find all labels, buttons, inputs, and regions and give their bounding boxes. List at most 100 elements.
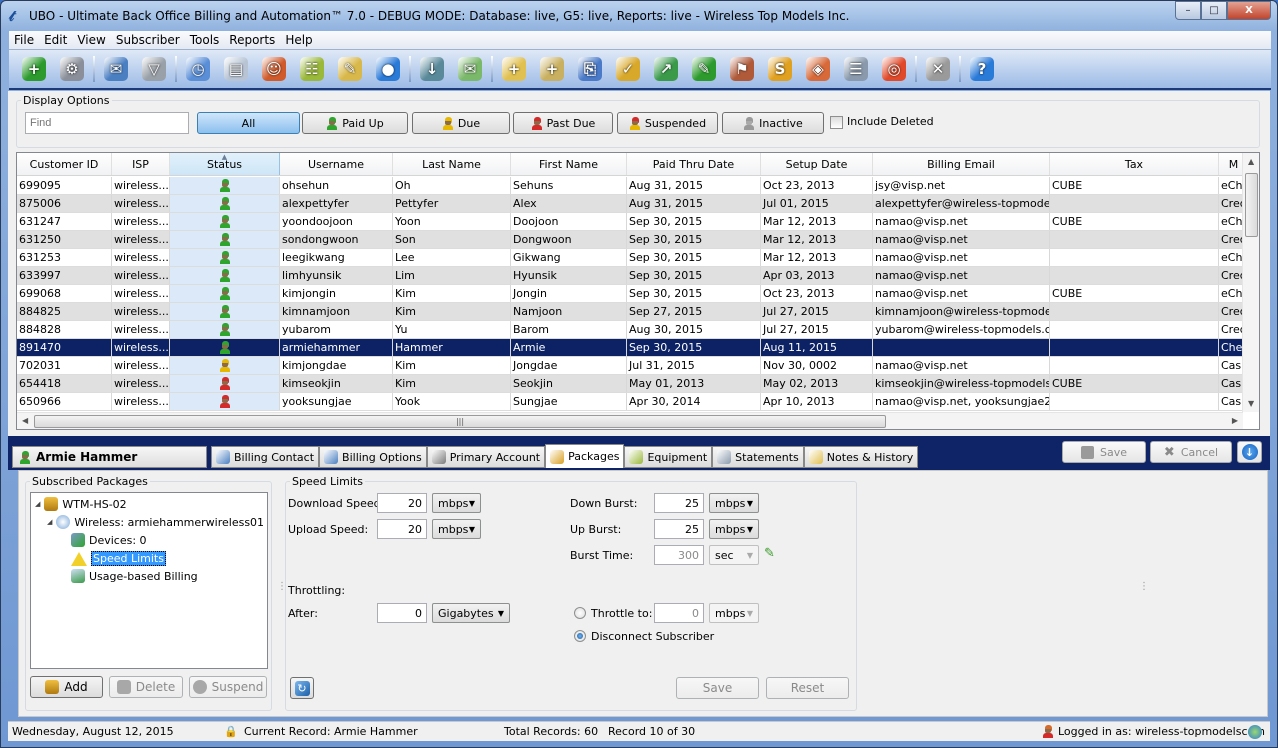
filter-inactive-button[interactable]: Inactive [722,112,824,134]
suspend-package-button[interactable]: Suspend [189,676,267,698]
column-header-isp[interactable]: ISP [112,153,170,175]
tab-notes-history[interactable]: Notes & History [803,446,919,468]
table-row[interactable]: 654418 wireless... kimseokjin Kim Seokjin May… [17,375,1249,393]
download-speed-input[interactable]: 20 [377,493,427,513]
database-mail-button[interactable]: ✉ [97,52,135,86]
expand-icon[interactable]: ◢ [35,500,40,508]
column-header-tax[interactable]: Tax [1050,153,1219,175]
menu-reports[interactable]: Reports [224,33,280,47]
down-burst-input[interactable]: 25 [654,493,704,513]
tab-packages[interactable]: Packages [545,444,625,468]
refresh-button[interactable]: ↻ [290,677,314,699]
download-unit-select[interactable]: mbps ▼ [432,493,481,513]
user-computer-button[interactable]: ☺ [255,52,293,86]
gears-button[interactable]: ⚙ [53,52,91,86]
menu-tools[interactable]: Tools [185,33,225,47]
add-tool-note-button[interactable]: + [533,52,571,86]
table-row[interactable]: 699068 wireless... kimjongin Kim Jongin Sep 3… [17,285,1249,303]
minimize-button[interactable]: – [1175,1,1201,20]
network-button[interactable]: ☷ [293,52,331,86]
table-row[interactable]: 702031 wireless... kimjongdae Kim Jongdae Jul… [17,357,1249,375]
table-row[interactable]: 884828 wireless... yubarom Yu Barom Aug 30, 2… [17,321,1249,339]
filter-all-button[interactable]: All [197,112,300,134]
upload-speed-input[interactable]: 20 [377,519,427,539]
filter-suspended-button[interactable]: Suspended [617,112,718,134]
after-input[interactable]: 0 [377,603,427,623]
speed-reset-button[interactable]: Reset [766,677,849,699]
maximize-button[interactable]: □ [1201,1,1227,20]
after-unit-select[interactable]: Gigabytes ▼ [432,603,510,623]
table-row[interactable]: 650966 wireless... yooksungjae Yook Sungjae A… [17,393,1249,411]
upload-unit-select[interactable]: mbps ▼ [432,519,481,539]
burst-time-unit-select[interactable]: sec ▼ [709,545,759,565]
clock-button[interactable]: ◷ [179,52,217,86]
tree-node-wireless[interactable]: ◢ Wireless: armiehammerwireless01 [47,515,264,529]
disconnect-subscriber-radio[interactable] [574,630,586,642]
expand-icon[interactable]: ◢ [47,518,52,526]
remove-subscriber-button[interactable]: ✕ [919,52,957,86]
tree-node-speed-limits[interactable]: Speed Limits [71,551,166,566]
tree-node-package[interactable]: ◢ WTM-HS-02 [35,497,127,511]
vertical-scroll-thumb[interactable] [1245,173,1258,237]
tree-node-usage-billing[interactable]: Usage-based Billing [71,569,198,583]
filter-past-due-button[interactable]: Past Due [513,112,613,134]
menu-view[interactable]: View [72,33,110,47]
customer-name-tab[interactable]: Armie Hammer [12,446,207,468]
close-button[interactable]: X [1227,1,1271,20]
table-row[interactable]: 631247 wireless... yoondoojoon Yoon Doojoon S… [17,213,1249,231]
lifebuoy-button[interactable]: ◎ [875,52,913,86]
horizontal-scrollbar[interactable]: ◀ ||| ▶ [17,412,1243,429]
throttle-to-input[interactable]: 0 [654,603,704,623]
menu-file[interactable]: File [9,33,39,47]
spam-button[interactable]: S [761,52,799,86]
burst-time-input[interactable]: 300 [654,545,704,565]
globe-button[interactable]: ● [369,52,407,86]
delete-package-button[interactable]: Delete [109,676,183,698]
checklist-key-button[interactable]: ✓ [609,52,647,86]
column-header-status[interactable]: ▲ Status [170,153,280,175]
splitter-grip-right[interactable]: ⋮ [1139,581,1149,592]
pencil-edit-icon[interactable]: ✎ [764,546,775,561]
table-row[interactable]: 884825 wireless... kimnamjoon Kim Namjoon Sep… [17,303,1249,321]
add-attachment-button[interactable]: ⎘ [571,52,609,86]
add-subscriber-button[interactable]: + [15,52,53,86]
scroll-up-icon[interactable]: ▲ [1248,157,1254,166]
include-deleted-checkbox[interactable] [830,116,843,129]
scroll-right-icon[interactable]: ▶ [1232,416,1238,425]
add-package-button[interactable]: Add [30,676,103,698]
menu-help[interactable]: Help [280,33,317,47]
tree-node-devices[interactable]: Devices: 0 [71,533,147,547]
table-row[interactable]: 891470 wireless... armiehammer Hammer Armie S… [17,339,1249,357]
edit-subscriber-button[interactable]: ✎ [685,52,723,86]
tab-statements[interactable]: Statements [712,446,804,468]
detail-cancel-button[interactable]: ✖ Cancel [1150,441,1232,463]
up-burst-input[interactable]: 25 [654,519,704,539]
column-header-first-name[interactable]: First Name [511,153,627,175]
horizontal-scroll-thumb[interactable]: ||| [34,415,886,428]
tab-billing-contact[interactable]: Billing Contact [211,446,320,468]
help-button[interactable]: ? [963,52,1001,86]
column-header-username[interactable]: Username [280,153,393,175]
column-header-setup-date[interactable]: Setup Date [761,153,873,175]
column-header-last-name[interactable]: Last Name [393,153,511,175]
speed-save-button[interactable]: Save [676,677,759,699]
scroll-left-icon[interactable]: ◀ [22,416,28,425]
throttle-to-unit-select[interactable]: mbps ▼ [709,603,759,623]
scroll-down-icon[interactable]: ▼ [1248,399,1254,408]
print-list-button[interactable]: ☰ [837,52,875,86]
down-burst-unit-select[interactable]: mbps ▼ [709,493,759,513]
add-note-button[interactable]: + [495,52,533,86]
table-row[interactable]: 631250 wireless... sondongwoon Son Dongwoon S… [17,231,1249,249]
vertical-scrollbar[interactable]: ▲ ▼ [1242,153,1259,412]
table-row[interactable]: 699095 wireless... ohsehun Oh Sehuns Aug 31, … [17,177,1249,195]
tab-billing-options[interactable]: Billing Options [319,446,427,468]
detail-save-button[interactable]: Save [1062,441,1146,463]
atm-button[interactable]: ↓ [413,52,451,86]
filter-due-button[interactable]: Due [412,112,510,134]
mailbox-button[interactable]: ⚑ [723,52,761,86]
table-row[interactable]: 633997 wireless... limhyunsik Lim Hyunsik Sep… [17,267,1249,285]
find-input[interactable] [25,112,189,134]
table-row[interactable]: 631253 wireless... leegikwang Lee Gikwang Sep… [17,249,1249,267]
up-burst-unit-select[interactable]: mbps ▼ [709,519,759,539]
menu-subscriber[interactable]: Subscriber [111,33,185,47]
